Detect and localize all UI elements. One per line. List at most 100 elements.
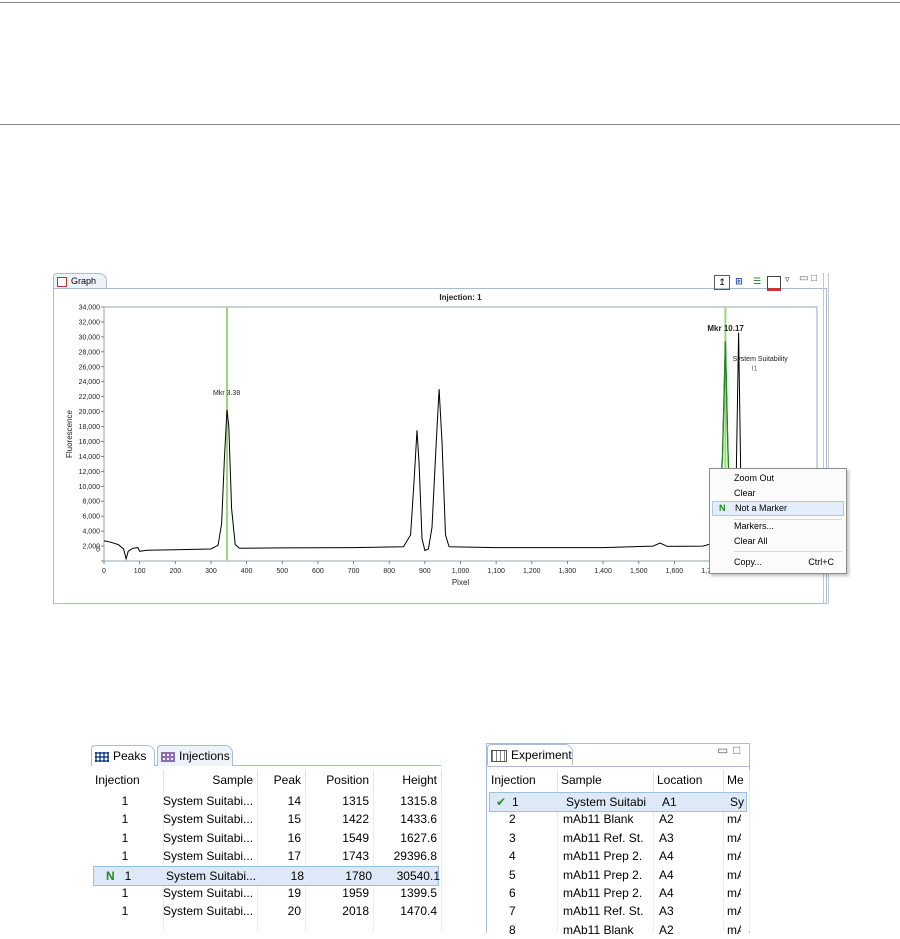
column-header-sample[interactable]: Sample xyxy=(557,770,654,791)
cell-peak: 16 xyxy=(287,830,301,845)
y-axis-label: Fluorescence xyxy=(65,409,74,458)
table-icon xyxy=(491,749,507,762)
cell-sample: mAb11 Prep 2... xyxy=(563,886,643,900)
cell-sample: System Suitabi... xyxy=(163,830,253,845)
table-row[interactable]: ✔ 1 System Suitabi... A1 Syst xyxy=(489,792,747,812)
column-header-location[interactable]: Location xyxy=(653,770,724,791)
cell-location: A1 xyxy=(662,795,677,809)
cell-injection: 1 xyxy=(121,812,129,827)
tab-peaks[interactable]: Peaks xyxy=(91,745,155,766)
menu-item-clear-all[interactable]: Clear All xyxy=(710,535,846,548)
electropherogram-chart[interactable]: Injection: 1 0 100 200 300 400 500 600 700 800 900… xyxy=(53,288,823,604)
table-row[interactable]: 6 mAb11 Prep 2... A4 mA xyxy=(487,884,749,902)
list-view-icon[interactable]: ☰ xyxy=(753,275,765,288)
column-header-injection[interactable]: Injection xyxy=(487,770,558,791)
cell-method: mA xyxy=(727,830,741,845)
maximize-icon[interactable]: □ xyxy=(811,273,817,284)
column-header-position[interactable]: Position xyxy=(305,770,374,791)
cell-position: 1422 xyxy=(342,812,369,827)
marker-label: Mkr 10.17 xyxy=(707,324,744,333)
menu-item-clear[interactable]: Clear xyxy=(710,487,846,500)
cell-sample: mAb11 Blank xyxy=(563,922,634,937)
table-row[interactable]: 5 mAb11 Prep 2... A4 mA xyxy=(487,866,749,884)
cell-injection: 6 xyxy=(509,886,516,900)
not-a-marker-icon: N xyxy=(719,503,726,513)
y-tick-label: 10,000 xyxy=(79,484,101,491)
table-row[interactable]: 1 System Suitabi... 14 1315 1315.8 xyxy=(91,792,441,810)
cell-method: mA xyxy=(727,812,741,827)
table-row[interactable]: 2 mAb11 Blank A2 mA xyxy=(487,810,749,828)
grid-icon xyxy=(95,751,109,762)
tab-injections[interactable]: Injections xyxy=(157,745,233,766)
table-row[interactable]: 1 System Suitabi... 16 1549 1627.6 xyxy=(91,829,441,847)
maximize-icon[interactable]: □ xyxy=(733,743,740,757)
x-tick-label: 900 xyxy=(419,568,431,575)
menu-item-markers[interactable]: Markers... xyxy=(710,520,846,533)
table-row[interactable]: N 1 System Suitabi... 18 1780 30540.1 xyxy=(93,865,440,886)
chart-context-menu: Zoom Out Clear N Not a Marker Markers...… xyxy=(709,468,847,574)
x-tick-label: 1,400 xyxy=(594,568,612,575)
table-row[interactable]: 1 System Suitabi... 20 2018 1470.4 xyxy=(91,902,441,920)
cell-method: mA xyxy=(727,904,741,919)
cell-injection: 1 xyxy=(121,886,129,900)
y-tick-label: 6,000 xyxy=(82,514,100,521)
cell-peak: 18 xyxy=(290,868,304,883)
x-tick-label: 1,600 xyxy=(666,568,684,575)
peak-table-icon[interactable]: ⊞ xyxy=(732,275,746,288)
cell-injection: 2 xyxy=(509,812,516,827)
view-menu-icon[interactable]: ▿ xyxy=(785,274,790,285)
cell-height: 1627.6 xyxy=(400,830,437,845)
cell-injection: 7 xyxy=(509,904,516,919)
graph-icon xyxy=(57,276,67,287)
table-row[interactable]: 8 mAb11 Blank A2 mA xyxy=(487,921,749,939)
cell-location: A4 xyxy=(659,867,674,882)
cell-position: 1959 xyxy=(342,886,369,900)
x-tick-label: 700 xyxy=(348,568,360,575)
column-header-injection[interactable]: Injection xyxy=(91,770,164,791)
cell-height: 1470.4 xyxy=(400,904,437,919)
cell-position: 1549 xyxy=(342,830,369,845)
cell-position: 1315 xyxy=(342,794,369,808)
cell-sample: mAb11 Ref. St... xyxy=(563,830,643,845)
cell-sample: mAb11 Prep 2... xyxy=(563,867,643,882)
cell-sample: System Suitabi... xyxy=(163,849,253,864)
cell-injection: 1 xyxy=(121,794,129,808)
minimize-icon[interactable]: ▭ xyxy=(717,743,728,757)
table-row[interactable]: 1 System Suitabi... 19 1959 1399.5 xyxy=(91,884,441,902)
cell-sample: System Suitabi... xyxy=(566,795,646,809)
column-header-method[interactable]: Me xyxy=(723,770,750,791)
cell-injection: 1 xyxy=(121,849,129,864)
check-icon: ✔ xyxy=(496,795,507,809)
menu-item-zoom-out[interactable]: Zoom Out xyxy=(710,472,846,485)
column-header-sample[interactable]: Sample xyxy=(163,770,258,791)
cell-height: 1433.6 xyxy=(400,812,437,827)
cell-sample: System Suitabi... xyxy=(163,886,253,900)
cell-method: mA xyxy=(727,922,741,937)
cell-injection: 1 xyxy=(512,795,519,809)
table-row[interactable]: 1 System Suitabi... 15 1422 1433.6 xyxy=(91,810,441,828)
cell-position: 1780 xyxy=(345,868,372,883)
cell-location: A2 xyxy=(659,812,674,827)
menu-item-copy[interactable]: Copy... Ctrl+C xyxy=(710,556,846,569)
y-tick-label: 18,000 xyxy=(79,424,101,431)
menu-item-not-a-marker[interactable]: N Not a Marker xyxy=(712,501,844,516)
column-header-height[interactable]: Height xyxy=(373,770,442,791)
table-row[interactable]: 7 mAb11 Ref. St... A3 mA xyxy=(487,902,749,920)
cell-sample: mAb11 Prep 2... xyxy=(563,849,643,864)
x-tick-label: 0 xyxy=(102,568,106,575)
cell-location: A2 xyxy=(659,922,674,937)
table-row[interactable]: 3 mAb11 Ref. St... A3 mA xyxy=(487,829,749,847)
x-tick-label: 1,200 xyxy=(523,568,541,575)
column-header-peak[interactable]: Peak xyxy=(257,770,306,791)
x-tick-label: 1,100 xyxy=(487,568,505,575)
x-tick-label: 800 xyxy=(383,568,395,575)
minimize-icon[interactable]: ▭ xyxy=(799,273,808,284)
cell-location: A3 xyxy=(659,904,674,919)
y-tick-label: 28,000 xyxy=(79,349,101,356)
x-tick-label: 1,500 xyxy=(630,568,648,575)
cell-peak: 20 xyxy=(287,904,301,919)
table-row[interactable]: 1 System Suitabi... 17 1743 29396.8 xyxy=(91,847,441,865)
tab-graph[interactable]: Graph xyxy=(53,273,107,289)
tab-experiment[interactable]: Experiment xyxy=(487,744,573,765)
table-row[interactable]: 4 mAb11 Prep 2... A4 mA xyxy=(487,847,749,865)
